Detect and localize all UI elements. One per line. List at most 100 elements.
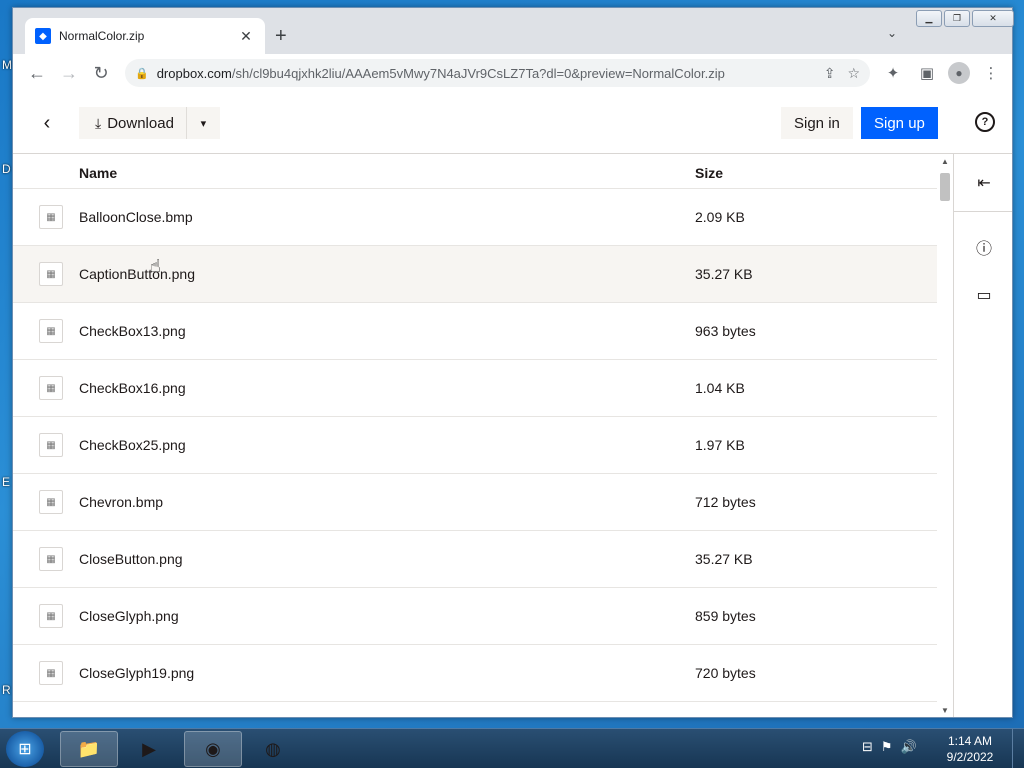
share-icon[interactable]: ⇪	[824, 65, 836, 82]
minimize-icon[interactable]: ▁	[916, 10, 942, 27]
dropbox-preview-page: ‹ ⤓ Download ▾ Sign in Sign up ? Name Si…	[13, 92, 1012, 717]
menu-kebab-icon[interactable]: ⋮	[978, 59, 1004, 87]
window-controls: ▁ ❐ ✕	[916, 10, 1014, 27]
image-file-icon: ▦	[39, 547, 63, 571]
help-icon[interactable]: ?	[975, 112, 995, 132]
sign-in-button[interactable]: Sign in	[781, 107, 853, 139]
file-size: 1.04 KB	[695, 380, 745, 396]
right-side-panel: ⇤ ⓘ ▭	[953, 154, 1012, 717]
file-name[interactable]: CloseGlyph19.png	[79, 665, 194, 681]
download-button[interactable]: ⤓ Download	[79, 107, 186, 139]
image-file-icon: ▦	[39, 376, 63, 400]
page-back-chevron-icon[interactable]: ‹	[33, 109, 61, 137]
file-name[interactable]: BalloonClose.bmp	[79, 209, 193, 225]
back-arrow-icon[interactable]: ←	[21, 57, 53, 89]
extensions-puzzle-icon[interactable]: ✦	[880, 59, 906, 87]
collapse-panel-icon[interactable]: ⇤	[973, 172, 995, 194]
image-file-icon: ▦	[39, 604, 63, 628]
scroll-down-arrow-icon[interactable]: ▼	[941, 706, 949, 715]
taskbar: ⊞ 📁 ▶ ◉ ◍ ⊟ ⚑ 🔊 1:14 AM 9/2/2022	[0, 728, 1024, 768]
scroll-up-arrow-icon[interactable]: ▲	[941, 157, 949, 166]
file-row[interactable]: ▦ CheckBox13.png 963 bytes	[13, 303, 937, 360]
system-clock[interactable]: 1:14 AM 9/2/2022	[940, 733, 1000, 765]
file-size: 859 bytes	[695, 608, 756, 624]
file-row[interactable]: ▦ CloseGlyph.png 859 bytes	[13, 588, 937, 645]
file-row[interactable]: ▦ CheckBox25.png 1.97 KB	[13, 417, 937, 474]
clock-date: 9/2/2022	[946, 750, 994, 764]
chrome-icon[interactable]: ◉	[184, 731, 242, 767]
start-button-windows-icon[interactable]: ⊞	[6, 731, 44, 767]
file-name[interactable]: Chevron.bmp	[79, 494, 163, 510]
url-text: dropbox.com/sh/cl9bu4qjxhk2liu/AAAem5vMw…	[156, 65, 725, 81]
maximize-icon[interactable]: ❐	[944, 10, 970, 27]
tab-strip: ◆ NormalColor.zip ✕ + ⌄ ▁ ❐ ✕	[13, 8, 1014, 54]
file-row[interactable]: ▦ CheckBox16.png 1.04 KB	[13, 360, 937, 417]
file-name[interactable]: CaptionButton.png	[79, 266, 195, 282]
file-size: 35.27 KB	[695, 551, 753, 567]
file-name[interactable]: CloseGlyph.png	[79, 608, 179, 624]
file-list-header: Name Size	[13, 155, 937, 189]
comment-icon[interactable]: ▭	[973, 284, 995, 306]
file-row[interactable]: ▦ CloseButton.png 35.27 KB	[13, 531, 937, 588]
desktop-icon-label: M	[2, 58, 12, 72]
file-row[interactable]: ▦ BalloonClose.bmp 2.09 KB	[13, 189, 937, 246]
system-tray: ⊟ ⚑ 🔊	[862, 739, 917, 755]
media-player-icon[interactable]: ▶	[120, 731, 178, 767]
lock-icon: 🔒	[135, 67, 149, 80]
file-list: Name Size ▦ BalloonClose.bmp 2.09 KB ▦ Capti…	[13, 155, 937, 717]
file-name[interactable]: CheckBox25.png	[79, 437, 186, 453]
file-row[interactable]: ▦ CloseGlyph19.png 720 bytes	[13, 645, 937, 702]
bookmark-star-icon[interactable]: ☆	[847, 65, 860, 82]
scrollbar-thumb[interactable]	[940, 173, 950, 201]
mouse-pointer-icon: ☝	[150, 256, 161, 276]
volume-icon[interactable]: 🔊	[901, 739, 917, 755]
tab-search-chevron-icon[interactable]: ⌄	[887, 26, 897, 40]
info-icon[interactable]: ⓘ	[973, 236, 995, 258]
image-file-icon: ▦	[39, 490, 63, 514]
file-size: 963 bytes	[695, 323, 756, 339]
action-center-flag-icon[interactable]: ⚑	[881, 739, 893, 755]
address-bar[interactable]: 🔒 dropbox.com/sh/cl9bu4qjxhk2liu/AAAem5v…	[125, 59, 870, 87]
image-file-icon: ▦	[39, 661, 63, 685]
network-icon[interactable]: ⊟	[862, 739, 873, 755]
browser-tab[interactable]: ◆ NormalColor.zip ✕	[25, 18, 265, 54]
explorer-folder-icon[interactable]: 📁	[60, 731, 118, 767]
sign-up-button[interactable]: Sign up	[861, 107, 938, 139]
column-name-header[interactable]: Name	[79, 165, 117, 181]
side-panel-icon[interactable]: ▣	[914, 59, 940, 87]
forward-arrow-icon[interactable]: →	[53, 57, 85, 89]
browser-window: ◆ NormalColor.zip ✕ + ⌄ ▁ ❐ ✕ ← → ↻ 🔒 dr…	[12, 7, 1014, 718]
firefox-icon[interactable]: ◍	[244, 731, 302, 767]
download-label: Download	[107, 114, 174, 132]
file-size: 35.27 KB	[695, 266, 753, 282]
file-size: 720 bytes	[695, 665, 756, 681]
image-file-icon: ▦	[39, 262, 63, 286]
file-name[interactable]: CloseButton.png	[79, 551, 183, 567]
file-name[interactable]: CheckBox13.png	[79, 323, 186, 339]
download-group: ⤓ Download ▾	[79, 107, 220, 139]
new-tab-button[interactable]: +	[275, 24, 287, 48]
toolbar-actions: ✦ ▣ ● ⋮	[880, 59, 1004, 87]
file-size: 1.97 KB	[695, 437, 745, 453]
show-desktop-button[interactable]	[1012, 729, 1024, 768]
download-options-chevron-icon[interactable]: ▾	[185, 107, 220, 139]
reload-icon[interactable]: ↻	[85, 57, 117, 89]
tab-title: NormalColor.zip	[59, 29, 145, 43]
file-name[interactable]: CheckBox16.png	[79, 380, 186, 396]
file-row[interactable]: ▦ Chevron.bmp 712 bytes	[13, 474, 937, 531]
browser-toolbar: ← → ↻ 🔒 dropbox.com/sh/cl9bu4qjxhk2liu/A…	[13, 54, 1012, 92]
page-header: ‹ ⤓ Download ▾ Sign in Sign up ?	[13, 92, 1012, 154]
file-size: 712 bytes	[695, 494, 756, 510]
download-icon: ⤓	[95, 114, 102, 131]
dropbox-icon: ◆	[35, 28, 51, 44]
column-size-header[interactable]: Size	[695, 165, 723, 181]
side-panel-divider	[954, 211, 1012, 212]
window-close-icon[interactable]: ✕	[972, 10, 1014, 27]
tab-close-icon[interactable]: ✕	[237, 28, 255, 45]
scrollbar[interactable]: ▲ ▼	[937, 155, 953, 717]
clock-time: 1:14 AM	[947, 734, 993, 748]
profile-avatar-icon[interactable]: ●	[948, 62, 970, 84]
file-size: 2.09 KB	[695, 209, 745, 225]
image-file-icon: ▦	[39, 205, 63, 229]
desktop-icon-label: R	[2, 683, 11, 697]
